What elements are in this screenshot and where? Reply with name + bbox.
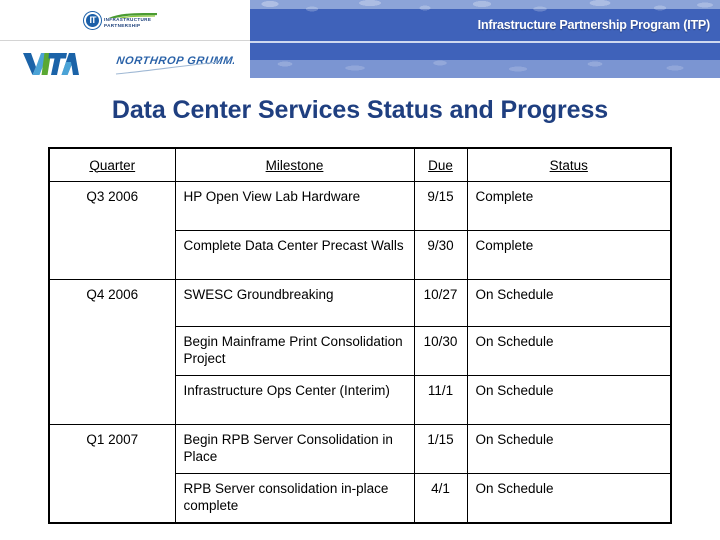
milestone-cell: Begin Mainframe Print Consolidation Proj…	[174, 326, 415, 376]
due-cell: 10/27	[413, 279, 468, 327]
status-cell: On Schedule	[466, 279, 672, 327]
banner-band-mid	[250, 43, 720, 60]
status-cell: On Schedule	[466, 473, 672, 524]
ip-badge-label: IT	[89, 15, 97, 25]
page-title: Data Center Services Status and Progress	[111, 96, 609, 124]
milestone-cell: Begin RPB Server Consolidation in Place	[174, 424, 415, 474]
table-row: Q4 2006 SWESC Groundbreaking 10/27 On Sc…	[48, 279, 672, 425]
milestone-cell: SWESC Groundbreaking	[174, 279, 415, 327]
status-cell: On Schedule	[466, 326, 672, 376]
milestones-table-container: Quarter Milestone Due Status Q3 2006 HP …	[48, 147, 672, 524]
column-header-due: Due	[413, 147, 468, 182]
status-cell: On Schedule	[466, 424, 672, 474]
table-header: Quarter Milestone Due Status	[48, 147, 672, 182]
column-header-quarter: Quarter	[48, 147, 176, 182]
milestone-cell: Infrastructure Ops Center (Interim)	[174, 375, 415, 425]
quarter-cell: Q1 2007	[48, 424, 176, 524]
column-header-milestone: Milestone	[174, 147, 415, 182]
milestone-cell: Complete Data Center Precast Walls	[174, 230, 415, 280]
due-cell: 10/30	[413, 326, 468, 376]
ip-wordmark-line2: PARTNERSHIP	[104, 23, 141, 28]
slide-header: Infrastructure Partnership Program (ITP)…	[0, 0, 720, 86]
status-cell: Complete	[466, 181, 672, 231]
milestones-table: Quarter Milestone Due Status Q3 2006 HP …	[48, 147, 672, 524]
due-cell: 4/1	[413, 473, 468, 524]
milestone-cell: RPB Server consolidation in-place comple…	[174, 473, 415, 524]
due-cell: 9/15	[413, 181, 468, 231]
ip-logo-wordmark: INFRASTRUCTURE PARTNERSHIP	[104, 17, 174, 29]
northrop-grumman-logo: NORTHROP GRUMMAN	[112, 50, 251, 76]
header-banner: Infrastructure Partnership Program (ITP)	[250, 0, 720, 78]
due-cell: 11/1	[413, 375, 468, 425]
svg-text:NORTHROP GRUMMAN: NORTHROP GRUMMAN	[116, 55, 234, 67]
quarter-cell: Q4 2006	[48, 279, 176, 425]
milestone-cell: HP Open View Lab Hardware	[174, 181, 415, 231]
status-cell: On Schedule	[466, 375, 672, 425]
due-cell: 9/30	[413, 230, 468, 280]
due-cell: 1/15	[413, 424, 468, 474]
program-title: Infrastructure Partnership Program (ITP)	[477, 18, 711, 32]
infrastructure-partnership-logo: IT INFRASTRUCTURE PARTNERSHIP	[84, 8, 174, 34]
table-header-row: Quarter Milestone Due Status	[48, 147, 672, 182]
status-cell: Complete	[466, 230, 672, 280]
banner-band-top	[250, 0, 720, 9]
table-row: Q1 2007 Begin RPB Server Consolidation i…	[48, 424, 672, 524]
header-divider	[0, 40, 250, 41]
banner-band-bottom	[250, 60, 720, 78]
table-row: Q3 2006 HP Open View Lab Hardware 9/15 C…	[48, 181, 672, 280]
quarter-cell: Q3 2006	[48, 181, 176, 280]
vita-logo	[22, 50, 80, 76]
column-header-status: Status	[466, 147, 672, 182]
table-body: Q3 2006 HP Open View Lab Hardware 9/15 C…	[48, 181, 672, 524]
